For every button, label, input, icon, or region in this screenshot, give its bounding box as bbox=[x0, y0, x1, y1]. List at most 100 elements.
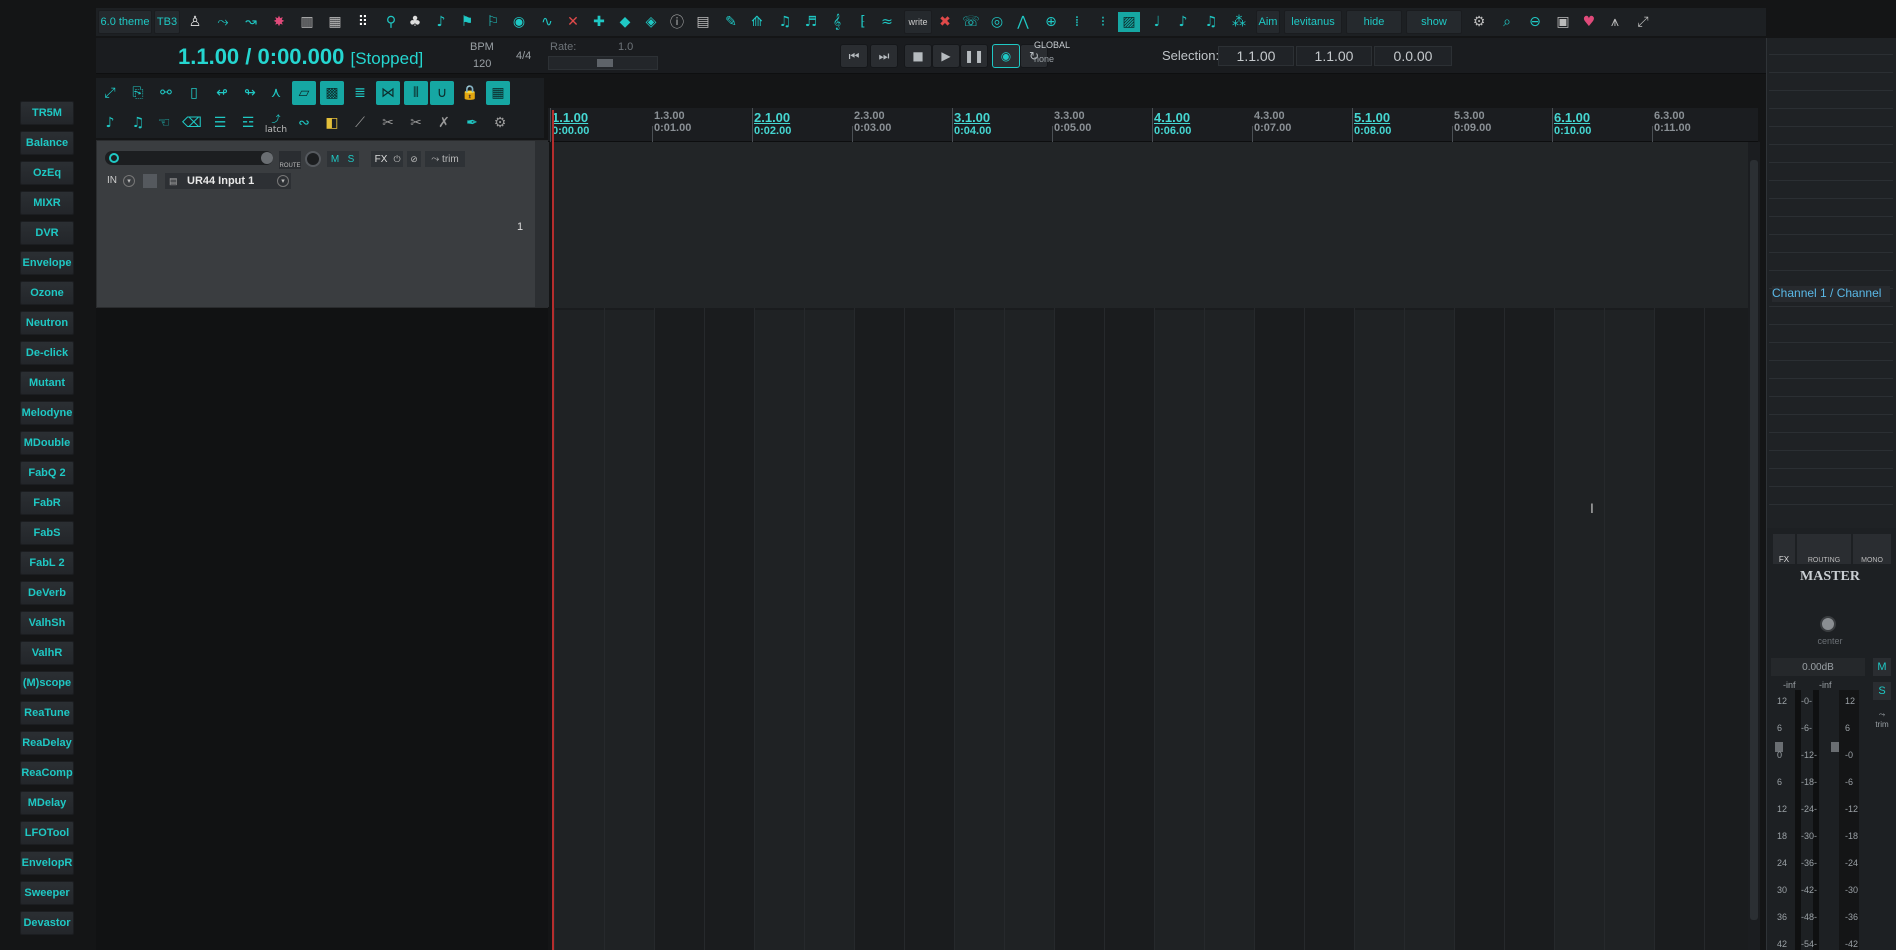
mute-button[interactable]: M bbox=[327, 151, 343, 167]
phone-icon[interactable]: ☏ bbox=[960, 12, 982, 32]
spectrum-icon[interactable]: ⩚ bbox=[1604, 12, 1626, 32]
plugin-button[interactable]: Devastor bbox=[20, 911, 74, 935]
plugin-button[interactable]: ReaComp bbox=[20, 761, 74, 785]
plugin-button[interactable]: TR5M bbox=[20, 101, 74, 125]
plugin-button[interactable]: ValhSh bbox=[20, 611, 74, 635]
master-solo-button[interactable]: S bbox=[1873, 682, 1891, 700]
cluster-icon[interactable]: ♣ bbox=[404, 12, 426, 32]
plugin-button[interactable]: MDouble bbox=[20, 431, 74, 455]
scissors2-icon[interactable]: ✂ bbox=[404, 111, 428, 135]
wave-edit-icon[interactable]: ⟰ bbox=[746, 12, 768, 32]
master-mono-button[interactable]: MONO bbox=[1853, 534, 1891, 564]
magnet-icon[interactable]: ∪ bbox=[430, 81, 454, 105]
gear-icon[interactable]: ⚙ bbox=[488, 111, 512, 135]
vertical-scrollbar[interactable] bbox=[1748, 142, 1760, 950]
eye-icon[interactable]: ◎ bbox=[986, 12, 1008, 32]
pin-icon[interactable]: ⚲ bbox=[380, 12, 402, 32]
midi-icon[interactable]: ♩ bbox=[1146, 12, 1168, 32]
info-icon[interactable]: ⓘ bbox=[666, 12, 688, 32]
scrollbar-thumb[interactable] bbox=[1750, 160, 1758, 920]
timeline-ruler[interactable]: 1.1.00 0:00.00 1.3.00 0:01.00 2.1.00 0:02.00 2… bbox=[548, 108, 1758, 142]
note-icon[interactable]: ♫ bbox=[774, 12, 796, 32]
hand-icon[interactable]: ☜ bbox=[152, 111, 176, 135]
plugin-button[interactable]: Mutant bbox=[20, 371, 74, 395]
mixer-fx-list[interactable] bbox=[1767, 38, 1896, 528]
plugin-button[interactable]: Neutron bbox=[20, 311, 74, 335]
plugin-button[interactable]: FabQ 2 bbox=[20, 461, 74, 485]
write-button[interactable]: write bbox=[904, 10, 932, 34]
bracket-icon[interactable]: ⁅ bbox=[852, 12, 874, 32]
dots-grid-icon[interactable]: ⠿ bbox=[352, 12, 374, 32]
pan-knob[interactable] bbox=[305, 151, 321, 167]
diamond-icon[interactable]: ◆ bbox=[614, 12, 636, 32]
marker-icon[interactable]: ⚑ bbox=[456, 12, 478, 32]
delete-point-icon[interactable]: ✕ bbox=[562, 12, 584, 32]
brush-icon[interactable]: ⟋ bbox=[348, 111, 372, 135]
aim-button[interactable]: Aim bbox=[1256, 10, 1280, 34]
plugin-button[interactable]: EnvelopR bbox=[20, 851, 74, 875]
ripple-icon[interactable]: ⋏ bbox=[264, 81, 288, 105]
solo-button[interactable]: S bbox=[343, 151, 359, 167]
track-1-lane[interactable] bbox=[552, 142, 1748, 308]
resize-icon[interactable]: ⤢ bbox=[1632, 12, 1654, 32]
plugin-button[interactable]: MDelay bbox=[20, 791, 74, 815]
scissors-icon[interactable]: ✂ bbox=[376, 111, 400, 135]
track-resize-strip[interactable] bbox=[535, 141, 549, 307]
plugin-button[interactable]: Sweeper bbox=[20, 881, 74, 905]
selection-start[interactable]: 1.1.00 bbox=[1218, 46, 1294, 66]
selection-length[interactable]: 0.0.00 bbox=[1374, 46, 1452, 66]
plugin-button[interactable]: ValhR bbox=[20, 641, 74, 665]
plugin-button[interactable]: Ozone bbox=[20, 281, 74, 305]
bpm-value[interactable]: 120 bbox=[473, 58, 491, 70]
zoom-icon[interactable]: ⌕ bbox=[1496, 12, 1518, 32]
curve-tool-icon[interactable]: ∾ bbox=[292, 111, 316, 135]
plugin-button[interactable]: ReaTune bbox=[20, 701, 74, 725]
envelope-icon[interactable]: ⤳ bbox=[212, 12, 234, 32]
wave2-icon[interactable]: ≈ bbox=[876, 12, 898, 32]
plugin-button[interactable]: Balance bbox=[20, 131, 74, 155]
plugin-button[interactable]: (M)scope bbox=[20, 671, 74, 695]
plugin-button[interactable]: ReaDelay bbox=[20, 731, 74, 755]
cut-icon[interactable]: ✗ bbox=[432, 111, 456, 135]
bars-icon[interactable]: ⁞ bbox=[1066, 12, 1088, 32]
meter-right-handle[interactable] bbox=[1831, 742, 1839, 752]
grid-toggle-icon[interactable]: ▩ bbox=[320, 81, 344, 105]
note2-icon[interactable]: ♬ bbox=[800, 12, 822, 32]
hide-button[interactable]: hide bbox=[1346, 10, 1402, 34]
expand-icon[interactable]: ⤢ bbox=[98, 81, 122, 105]
record-button[interactable]: ◉ bbox=[992, 44, 1020, 68]
pen-tool-icon[interactable]: ✒ bbox=[460, 111, 484, 135]
show-button[interactable]: show bbox=[1406, 10, 1462, 34]
zoom-out-icon[interactable]: ⊖ bbox=[1524, 12, 1546, 32]
list-icon[interactable]: ≣ bbox=[348, 81, 372, 105]
plugin-button[interactable]: Melodyne bbox=[20, 401, 74, 425]
stop-button[interactable]: ■ bbox=[904, 44, 932, 68]
fx-button[interactable]: FX bbox=[371, 151, 391, 167]
guitar-icon[interactable]: ♪ bbox=[430, 12, 452, 32]
track-1-header[interactable]: ROUTE M S FX ⏻ ⊘ ⤳ trim IN ▾ UR44 Input … bbox=[96, 140, 549, 308]
time-signature[interactable]: 4/4 bbox=[516, 50, 531, 62]
master-pan-knob[interactable] bbox=[1820, 616, 1836, 632]
bin-icon[interactable]: ⌫ bbox=[180, 111, 204, 135]
user-button[interactable]: levitanus bbox=[1284, 10, 1342, 34]
selection-end[interactable]: 1.1.00 bbox=[1296, 46, 1372, 66]
lines-icon[interactable]: ⦀ bbox=[404, 81, 428, 105]
global-automation-mode[interactable]: none bbox=[1034, 54, 1054, 64]
metronome-icon[interactable]: ♙ bbox=[184, 12, 206, 32]
lock-icon[interactable]: 🔒 bbox=[458, 81, 482, 105]
time-position[interactable]: 1.1.00 / 0:00.000 [Stopped] bbox=[178, 44, 423, 70]
theme-button[interactable]: 6.0 theme bbox=[98, 10, 152, 34]
plugin-button[interactable]: FabS bbox=[20, 521, 74, 545]
go-start-button[interactable]: ⏮ bbox=[840, 44, 868, 68]
bars2-icon[interactable]: ⁝ bbox=[1092, 12, 1114, 32]
scatter-icon[interactable]: ⁂ bbox=[1228, 12, 1250, 32]
plugin-button[interactable]: OzEq bbox=[20, 161, 74, 185]
treble-icon[interactable]: 𝄞 bbox=[826, 12, 848, 32]
crossfade-icon[interactable]: ⋈ bbox=[376, 81, 400, 105]
cancel-icon[interactable]: ✖ bbox=[934, 12, 956, 32]
curve-icon[interactable]: ↝ bbox=[240, 12, 262, 32]
master-routing-button[interactable]: ROUTING bbox=[1797, 534, 1851, 564]
zoom-in-icon[interactable]: ⊕ bbox=[1040, 12, 1062, 32]
master-fx-button[interactable]: FX bbox=[1773, 534, 1795, 564]
trim-button[interactable]: ⤳ trim bbox=[425, 151, 465, 167]
